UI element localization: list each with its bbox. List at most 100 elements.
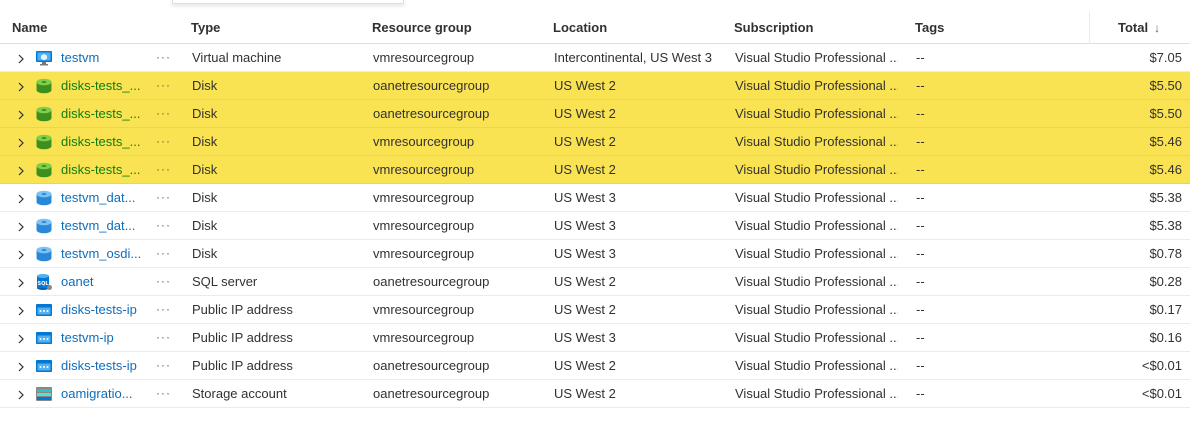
table-row[interactable]: testvm_dat... ··· Disk vmresourcegroup US We…	[0, 212, 1190, 240]
table-row[interactable]: oamigratio... ··· Storage account oanetreso…	[0, 380, 1190, 408]
resource-name-link[interactable]: oanet	[61, 268, 143, 296]
table-row[interactable]: testvm ··· Virtual machine vmresourcegroup I…	[0, 44, 1190, 72]
tags: --	[916, 246, 925, 261]
resource-group: oanetresourcegroup	[373, 358, 490, 373]
disk-icon	[35, 245, 53, 263]
table-row[interactable]: disks-tests-ip ··· Public IP address oanetr…	[0, 352, 1190, 380]
total-cost: $5.50	[1149, 106, 1182, 121]
location: US West 2	[554, 134, 616, 149]
table-row[interactable]: SQL oanet ··· SQL server oanetresourcegroup U…	[0, 268, 1190, 296]
more-actions-button[interactable]: ···	[156, 72, 171, 100]
sort-descending-icon: ↓	[1154, 21, 1161, 35]
resource-name-link[interactable]: testvm_dat...	[61, 212, 143, 240]
tags: --	[916, 386, 925, 401]
subscription: Visual Studio Professional ...	[735, 274, 898, 289]
sql-server-icon: SQL	[35, 273, 53, 291]
more-actions-button[interactable]: ···	[156, 380, 171, 408]
table-row[interactable]: disks-tests-ip ··· Public IP address vmreso…	[0, 296, 1190, 324]
resource-name-link[interactable]: disks-tests-ip	[61, 352, 143, 380]
expand-chevron-icon[interactable]	[16, 184, 26, 212]
public-ip-icon	[35, 301, 53, 319]
expand-chevron-icon[interactable]	[16, 324, 26, 352]
tags: --	[916, 330, 925, 345]
resource-name-link[interactable]: disks-tests-ip	[61, 296, 143, 324]
expand-chevron-icon[interactable]	[16, 268, 26, 296]
resource-name-link[interactable]: testvm_dat...	[61, 184, 143, 212]
location: US West 2	[554, 78, 616, 93]
dropdown-popover-edge	[172, 0, 404, 4]
column-header-type[interactable]: Type	[191, 12, 220, 44]
more-actions-button[interactable]: ···	[156, 324, 171, 352]
subscription: Visual Studio Professional ...	[735, 190, 898, 205]
resource-name-link[interactable]: disks-tests_...	[61, 100, 143, 128]
subscription: Visual Studio Professional ...	[735, 330, 898, 345]
expand-chevron-icon[interactable]	[16, 212, 26, 240]
table-row[interactable]: testvm_osdi... ··· Disk vmresourcegroup US W…	[0, 240, 1190, 268]
table-row[interactable]: disks-tests_... ··· Disk vmresourcegroup US …	[0, 156, 1190, 184]
tags: --	[916, 302, 925, 317]
resource-type: Public IP address	[192, 330, 293, 345]
total-cost: $0.16	[1149, 330, 1182, 345]
resource-name-link[interactable]: disks-tests_...	[61, 72, 143, 100]
expand-chevron-icon[interactable]	[16, 296, 26, 324]
table-row[interactable]: testvm_dat... ··· Disk vmresourcegroup US We…	[0, 184, 1190, 212]
column-header-subscription[interactable]: Subscription	[734, 12, 813, 44]
table-row[interactable]: testvm-ip ··· Public IP address vmresourceg…	[0, 324, 1190, 352]
tags: --	[916, 134, 925, 149]
expand-chevron-icon[interactable]	[16, 72, 26, 100]
column-header-tags[interactable]: Tags	[915, 12, 944, 44]
cost-analysis-grid: Name Type Resource group Location Subscr…	[0, 12, 1190, 408]
expand-chevron-icon[interactable]	[16, 156, 26, 184]
location: US West 2	[554, 274, 616, 289]
more-actions-button[interactable]: ···	[156, 128, 171, 156]
column-header-resource-group[interactable]: Resource group	[372, 12, 472, 44]
column-header-name[interactable]: Name	[12, 12, 47, 44]
resource-name-link[interactable]: disks-tests_...	[61, 156, 143, 184]
location: US West 2	[554, 302, 616, 317]
total-cost: $7.05	[1149, 50, 1182, 65]
column-divider[interactable]	[1089, 12, 1090, 44]
expand-chevron-icon[interactable]	[16, 380, 26, 408]
expand-chevron-icon[interactable]	[16, 240, 26, 268]
more-actions-button[interactable]: ···	[156, 44, 171, 72]
more-actions-button[interactable]: ···	[156, 268, 171, 296]
resource-name-link[interactable]: testvm	[61, 44, 143, 72]
total-cost: $0.17	[1149, 302, 1182, 317]
resource-group: oanetresourcegroup	[373, 106, 490, 121]
subscription: Visual Studio Professional ...	[735, 246, 898, 261]
more-actions-button[interactable]: ···	[156, 156, 171, 184]
column-header-location[interactable]: Location	[553, 12, 607, 44]
resource-name-link[interactable]: disks-tests_...	[61, 128, 143, 156]
column-header-total[interactable]: Total ↓	[1118, 12, 1160, 44]
disk-icon	[35, 105, 53, 123]
resource-group: vmresourcegroup	[373, 50, 475, 65]
table-row[interactable]: disks-tests_... ··· Disk vmresourcegroup US …	[0, 128, 1190, 156]
tags: --	[916, 274, 925, 289]
table-row[interactable]: disks-tests_... ··· Disk oanetresourcegroup…	[0, 72, 1190, 100]
resource-type: Disk	[192, 218, 218, 233]
resource-type: Disk	[192, 106, 218, 121]
location: US West 3	[554, 246, 616, 261]
subscription: Visual Studio Professional ...	[735, 78, 898, 93]
location: US West 3	[554, 218, 616, 233]
resource-type: Storage account	[192, 386, 287, 401]
expand-chevron-icon[interactable]	[16, 352, 26, 380]
expand-chevron-icon[interactable]	[16, 128, 26, 156]
resource-name-link[interactable]: testvm_osdi...	[61, 240, 143, 268]
expand-chevron-icon[interactable]	[16, 100, 26, 128]
expand-chevron-icon[interactable]	[16, 44, 26, 72]
resource-type: Public IP address	[192, 302, 293, 317]
more-actions-button[interactable]: ···	[156, 184, 171, 212]
more-actions-button[interactable]: ···	[156, 352, 171, 380]
more-actions-button[interactable]: ···	[156, 296, 171, 324]
subscription: Visual Studio Professional ...	[735, 386, 898, 401]
resource-name-link[interactable]: testvm-ip	[61, 324, 143, 352]
table-row[interactable]: disks-tests_... ··· Disk oanetresourcegroup…	[0, 100, 1190, 128]
resource-name-link[interactable]: oamigratio...	[61, 380, 143, 408]
more-actions-button[interactable]: ···	[156, 240, 171, 268]
resource-type: Disk	[192, 190, 218, 205]
more-actions-button[interactable]: ···	[156, 100, 171, 128]
grid-header: Name Type Resource group Location Subscr…	[0, 12, 1190, 44]
more-actions-button[interactable]: ···	[156, 212, 171, 240]
resource-type: Virtual machine	[192, 50, 282, 65]
